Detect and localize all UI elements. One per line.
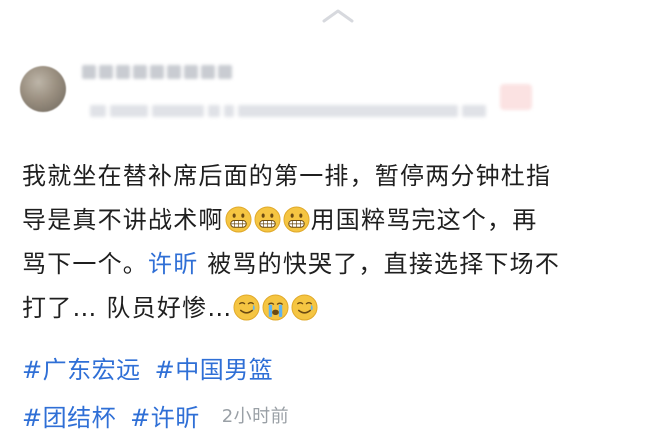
grimace-emoji-icon <box>225 206 252 233</box>
post-timestamp: 2小时前 <box>221 406 290 427</box>
tear-smile-emoji-icon <box>233 294 260 321</box>
hashtag-link[interactable]: #团结杯 <box>22 398 116 433</box>
post-text-line4: 打了… 队员好惨… <box>22 294 233 322</box>
post-meta-blurred <box>90 100 486 122</box>
post-text-line2a: 导是真不讲战术啊 <box>22 206 224 234</box>
hashtag-row-1: #广东宏远 #中国男篮 <box>22 348 273 386</box>
post-text-line2b: 用国粹骂完这个，再 <box>310 206 538 234</box>
weibo-post-card: 我就坐在替补席后面的第一排，暂停两分钟杜指 导是真不讲战术啊 用国粹骂完这个，再… <box>0 0 660 446</box>
hashtag-row-2: #团结杯 #许昕 2小时前 <box>22 396 289 434</box>
post-text: 我就坐在替补席后面的第一排，暂停两分钟杜指 导是真不讲战术啊 用国粹骂完这个，再… <box>22 154 648 330</box>
hashtag-link[interactable]: #许昕 <box>130 398 200 433</box>
chevron-up-icon[interactable] <box>318 6 358 24</box>
avatar[interactable] <box>20 66 66 112</box>
grimace-emoji-icon <box>254 206 281 233</box>
post-text-line1: 我就坐在替补席后面的第一排，暂停两分钟杜指 <box>22 162 552 190</box>
tear-smile-emoji-icon <box>291 294 318 321</box>
post-text-line3a: 骂下一个。 <box>22 250 148 278</box>
grimace-emoji-icon <box>283 206 310 233</box>
mention-link[interactable]: 许昕 <box>148 250 198 278</box>
hashtag-link[interactable]: #广东宏远 <box>22 350 141 385</box>
username-blurred[interactable] <box>82 62 232 82</box>
post-text-line3b: 被骂的快哭了，直接选择下场不 <box>198 250 561 278</box>
follow-badge-blurred[interactable] <box>500 84 532 110</box>
crying-emoji-icon <box>262 294 289 321</box>
hashtag-link[interactable]: #中国男篮 <box>155 350 274 385</box>
